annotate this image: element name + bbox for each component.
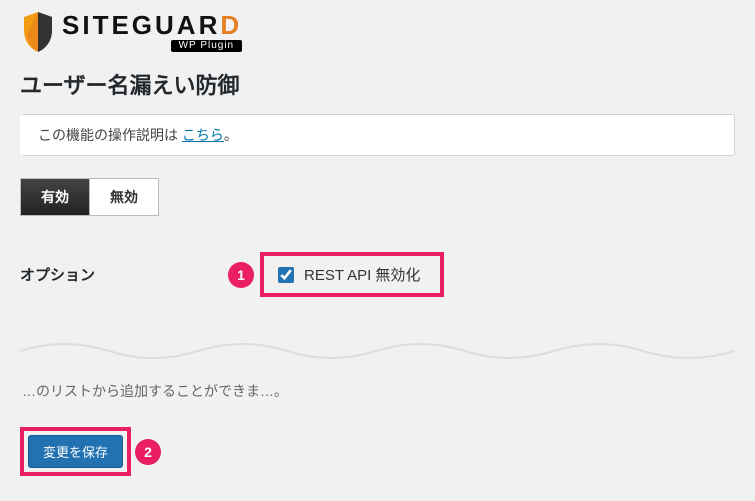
help-link[interactable]: こちら <box>182 127 224 143</box>
help-notice: この機能の操作説明は こちら。 <box>20 114 735 156</box>
options-section-label: オプション <box>20 264 220 285</box>
rest-api-disable-checkbox[interactable] <box>278 267 294 283</box>
help-text-suffix: 。 <box>224 127 238 143</box>
enable-toggle-group: 有効 無効 <box>20 178 159 216</box>
toggle-disable-button[interactable]: 無効 <box>89 179 158 215</box>
page-title: ユーザー名漏えい防御 <box>20 68 735 100</box>
truncated-description: …のリストから追加することができま…。 <box>20 375 735 427</box>
rest-api-disable-label: REST API 無効化 <box>304 264 420 285</box>
rest-api-callout: 1 REST API 無効化 <box>260 252 444 297</box>
save-button-callout: 変更を保存 2 <box>20 427 131 476</box>
callout-badge-2: 2 <box>135 439 161 465</box>
shield-icon <box>20 10 56 54</box>
plugin-logo: SITEGUARD WP Plugin <box>20 10 735 54</box>
logo-title: SITEGUARD <box>62 12 242 38</box>
help-text-prefix: この機能の操作説明は <box>38 127 182 143</box>
toggle-enable-button[interactable]: 有効 <box>21 179 89 215</box>
logo-subtitle: WP Plugin <box>171 40 243 52</box>
wavy-separator <box>20 337 735 365</box>
callout-badge-1: 1 <box>228 262 254 288</box>
save-button[interactable]: 変更を保存 <box>28 435 123 468</box>
